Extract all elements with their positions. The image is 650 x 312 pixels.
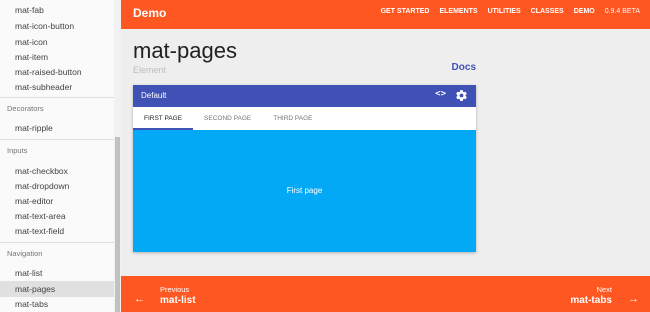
brand-title[interactable]: Demo: [133, 6, 166, 20]
sidebar-divider: [0, 139, 114, 140]
sidebar-item-mat-text-field[interactable]: mat-text-field: [0, 223, 114, 239]
tab-bar: FIRST PAGE SECOND PAGE THIRD PAGE: [133, 107, 476, 130]
sidebar-item-mat-text-area[interactable]: mat-text-area: [0, 208, 114, 224]
sidebar-header-decorators: Decorators: [7, 104, 44, 113]
sidebar-item-mat-subheader[interactable]: mat-subheader: [0, 79, 114, 95]
sidebar-item-mat-checkbox[interactable]: mat-checkbox: [0, 163, 114, 179]
sidebar-header-navigation: Navigation: [7, 249, 43, 258]
sidebar-item-mat-list[interactable]: mat-list: [0, 265, 114, 281]
sidebar-item-mat-icon[interactable]: mat-icon: [0, 34, 114, 50]
sidebar-item-mat-raised-button[interactable]: mat-raised-button: [0, 64, 114, 80]
next-label[interactable]: Next: [597, 285, 612, 294]
arrow-right-icon[interactable]: →: [628, 293, 639, 305]
sidebar: mat-fab mat-icon-button mat-icon mat-ite…: [0, 0, 121, 312]
page-title: mat-pages: [133, 38, 237, 63]
arrow-left-icon[interactable]: ←: [134, 293, 145, 305]
card-title: Default: [141, 91, 167, 100]
gear-icon[interactable]: [455, 89, 468, 107]
nav-elements[interactable]: ELEMENTS: [439, 8, 477, 15]
previous-label[interactable]: Previous: [160, 285, 189, 294]
sidebar-item-mat-icon-button[interactable]: mat-icon-button: [0, 18, 114, 34]
nav-classes[interactable]: CLASSES: [531, 8, 564, 15]
docs-link[interactable]: Docs: [452, 62, 476, 73]
tab-first-page[interactable]: FIRST PAGE: [133, 107, 194, 130]
sidebar-item-mat-pages[interactable]: mat-pages: [0, 281, 114, 297]
card-header: Default <>: [133, 85, 476, 107]
pager-footer: ← Previous mat-list Next mat-tabs →: [121, 276, 650, 312]
version-label: 0.9.4 BETA: [604, 8, 640, 15]
tab-second-page[interactable]: SECOND PAGE: [193, 107, 262, 130]
sidebar-item-mat-item[interactable]: mat-item: [0, 49, 114, 65]
sidebar-scrollbar-thumb[interactable]: [115, 137, 120, 312]
sidebar-item-mat-editor[interactable]: mat-editor: [0, 193, 114, 209]
nav-utilities[interactable]: UTILITIES: [488, 8, 521, 15]
top-app-bar: Demo GET STARTED ELEMENTS UTILITIES CLAS…: [121, 0, 650, 29]
sidebar-header-inputs: Inputs: [7, 146, 28, 155]
sidebar-divider: [0, 97, 114, 98]
tab-third-page[interactable]: THIRD PAGE: [262, 107, 323, 130]
page-subtitle: Element: [133, 65, 167, 75]
demo-card: Default <> FIRST PAGE SECOND PAGE THIRD …: [133, 85, 476, 252]
sidebar-item-mat-dropdown[interactable]: mat-dropdown: [0, 178, 114, 194]
sidebar-item-mat-ripple[interactable]: mat-ripple: [0, 120, 114, 136]
nav-get-started[interactable]: GET STARTED: [381, 8, 430, 15]
top-nav: GET STARTED ELEMENTS UTILITIES CLASSES D…: [381, 8, 640, 15]
page-panel: First page: [133, 130, 476, 252]
nav-demo[interactable]: DEMO: [574, 8, 595, 15]
sidebar-divider: [0, 242, 114, 243]
sidebar-item-mat-fab[interactable]: mat-fab: [0, 2, 114, 18]
code-icon[interactable]: <>: [435, 89, 446, 99]
next-link[interactable]: mat-tabs: [570, 295, 612, 306]
sidebar-item-mat-tabs[interactable]: mat-tabs: [0, 296, 114, 312]
previous-link[interactable]: mat-list: [160, 295, 196, 306]
